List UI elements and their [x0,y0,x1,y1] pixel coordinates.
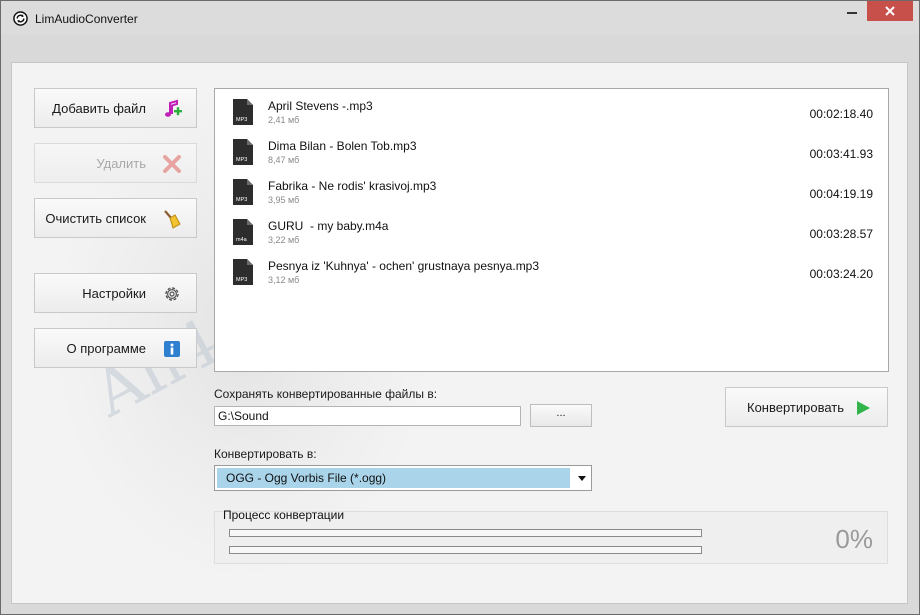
file-duration: 00:03:24.20 [809,267,873,281]
audio-file-icon: MP3 [233,139,253,165]
format-label: Конвертировать в: [214,447,317,461]
add-file-button[interactable]: Добавить файл [34,88,197,128]
delete-button[interactable]: Удалить [34,143,197,183]
audio-file-icon: MP3 [233,259,253,285]
file-name: Pesnya iz 'Kuhnya' - ochen' grustnaya pe… [268,259,540,273]
file-row[interactable]: MP3 Dima Bilan - Bolen Tob.mp3 8,47 мб 00:0… [215,135,888,175]
file-row[interactable]: MP3 Fabrika - Ne rodis' krasivoj.mp3 3,95 … [215,175,888,215]
file-duration: 00:03:41.93 [809,147,873,161]
title-bar[interactable]: LimAudioConverter [1,1,919,35]
file-name: Fabrika - Ne rodis' krasivoj.mp3 [268,179,437,193]
file-type-badge: m4a [236,237,248,243]
minimize-button[interactable] [837,1,867,21]
file-duration: 00:04:19.19 [809,187,873,201]
file-row[interactable]: MP3 April Stevens -.mp3 2,41 мб 00:02:18.40 [215,95,888,135]
file-row[interactable]: MP3 Pesnya iz 'Kuhnya' - ochen' grustnaya… [215,255,888,295]
file-duration: 00:02:18.40 [809,107,873,121]
add-file-label: Добавить файл [52,100,146,116]
about-label: О программе [66,340,146,356]
clear-list-button[interactable]: Очистить список [34,198,197,238]
settings-label: Настройки [82,285,146,301]
music-note-add-icon [165,99,182,117]
save-folder-label: Сохранять конвертированные файлы в: [214,387,438,401]
settings-button[interactable]: Настройки [34,273,197,313]
gear-icon [165,287,179,301]
file-type-badge: MP3 [236,157,247,163]
output-path-input[interactable] [214,406,521,426]
close-icon [885,6,895,16]
file-size: 3,22 мб [268,235,300,245]
format-select[interactable]: OGG - Ogg Vorbis File (*.ogg) [214,465,592,491]
window-title: LimAudioConverter [35,12,138,26]
format-selected-value: OGG - Ogg Vorbis File (*.ogg) [217,468,570,488]
file-size: 8,47 мб [268,155,300,165]
red-x-icon [163,155,181,173]
main-panel: All4OS.RU Добавить файл Удалить Очистить… [11,62,908,604]
file-name: Dima Bilan - Bolen Tob.mp3 [268,139,417,153]
progress-label: Процесс конвертации [223,508,345,522]
progress-group: Процесс конвертации 0% [214,508,888,564]
progress-percent: 0% [835,524,873,554]
file-type-badge: MP3 [236,197,247,203]
app-window: LimAudioConverter All4OS.RU Добавить фай… [0,0,920,615]
delete-label: Удалить [96,155,146,171]
file-size: 3,95 мб [268,195,300,205]
minimize-icon [847,12,857,14]
audio-file-icon: MP3 [233,179,253,205]
play-icon [857,401,870,415]
file-type-badge: MP3 [236,277,247,283]
about-button[interactable]: О программе [34,328,197,368]
progress-bar-total [229,546,702,554]
file-name: GURU - my baby.m4a [268,219,389,233]
clear-list-label: Очистить список [45,210,146,226]
progress-bar-file [229,529,702,537]
audio-file-icon: MP3 [233,99,253,125]
close-button[interactable] [867,1,913,21]
refresh-circle-icon [13,11,28,26]
file-size: 2,41 мб [268,115,300,125]
chevron-down-icon [578,476,586,481]
info-icon [164,341,180,357]
file-list[interactable]: MP3 April Stevens -.mp3 2,41 мб 00:02:18.40… [214,88,889,372]
browse-button[interactable]: ... [530,404,592,427]
file-size: 3,12 мб [268,275,300,285]
file-type-badge: MP3 [236,117,247,123]
file-name: April Stevens -.mp3 [268,99,373,113]
convert-label: Конвертировать [747,400,845,415]
convert-button[interactable]: Конвертировать [725,387,888,427]
audio-file-icon: m4a [233,219,253,245]
file-row[interactable]: m4a GURU - my baby.m4a 3,22 мб 00:03:28.57 [215,215,888,255]
broom-icon [164,210,181,229]
file-duration: 00:03:28.57 [809,227,873,241]
